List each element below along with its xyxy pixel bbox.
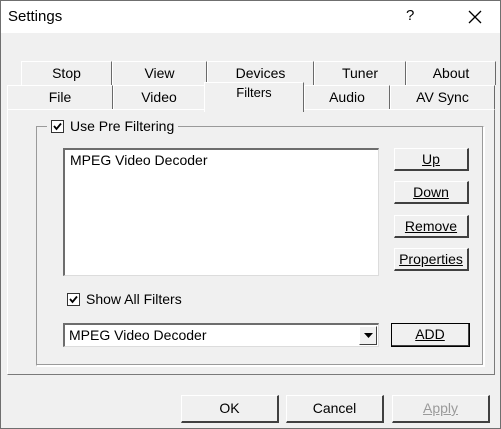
- help-button[interactable]: ?: [406, 7, 414, 24]
- settings-window: Settings ? Stop View Devices Tuner About…: [0, 0, 501, 429]
- down-button[interactable]: Down: [394, 181, 469, 204]
- apply-button-label: Apply: [422, 400, 459, 416]
- tab-video[interactable]: Video: [113, 85, 205, 109]
- properties-button[interactable]: Properties: [394, 248, 469, 271]
- filter-combobox[interactable]: MPEG Video Decoder: [63, 323, 379, 347]
- tab-tuner[interactable]: Tuner: [314, 61, 406, 85]
- tab-stop[interactable]: Stop: [21, 61, 112, 85]
- tab-view[interactable]: View: [112, 61, 207, 85]
- apply-button[interactable]: Apply: [392, 395, 490, 423]
- tab-about[interactable]: About: [406, 61, 496, 85]
- tab-filters[interactable]: Filters: [204, 82, 304, 112]
- add-button[interactable]: ADD: [391, 323, 470, 347]
- up-button-label: Up: [422, 151, 440, 167]
- cancel-button-label: Cancel: [312, 400, 357, 416]
- tab-file[interactable]: File: [7, 85, 113, 109]
- combo-dropdown-button[interactable]: [359, 326, 377, 345]
- tab-audio[interactable]: Audio: [304, 85, 390, 109]
- add-button-label: ADD: [415, 326, 445, 342]
- use-pre-filtering-checkbox[interactable]: Use Pre Filtering: [47, 116, 179, 136]
- check-icon: [69, 295, 78, 303]
- list-item[interactable]: MPEG Video Decoder: [70, 152, 373, 168]
- checkbox-box[interactable]: [67, 292, 80, 306]
- close-icon: [468, 10, 482, 24]
- checkbox-box[interactable]: [51, 119, 64, 133]
- remove-button[interactable]: Remove: [394, 215, 469, 238]
- window-title: Settings: [8, 8, 63, 25]
- properties-button-label: Properties: [399, 251, 463, 267]
- combo-value: MPEG Video Decoder: [69, 327, 207, 343]
- chevron-down-icon: [364, 333, 373, 338]
- show-all-filters-label: Show All Filters: [86, 291, 182, 307]
- title-bar: Settings ?: [1, 1, 500, 33]
- down-button-label: Down: [413, 184, 449, 200]
- remove-button-label: Remove: [404, 218, 458, 234]
- cancel-button[interactable]: Cancel: [286, 395, 384, 423]
- check-icon: [53, 122, 62, 130]
- tab-av-sync[interactable]: AV Sync: [390, 85, 495, 109]
- ok-button[interactable]: OK: [181, 395, 279, 423]
- use-pre-filtering-label: Use Pre Filtering: [70, 118, 175, 134]
- up-button[interactable]: Up: [394, 148, 469, 171]
- filter-listbox[interactable]: MPEG Video Decoder: [63, 148, 379, 276]
- show-all-filters-checkbox[interactable]: Show All Filters: [67, 291, 182, 307]
- close-button[interactable]: [457, 3, 493, 31]
- ok-button-label: OK: [219, 400, 240, 416]
